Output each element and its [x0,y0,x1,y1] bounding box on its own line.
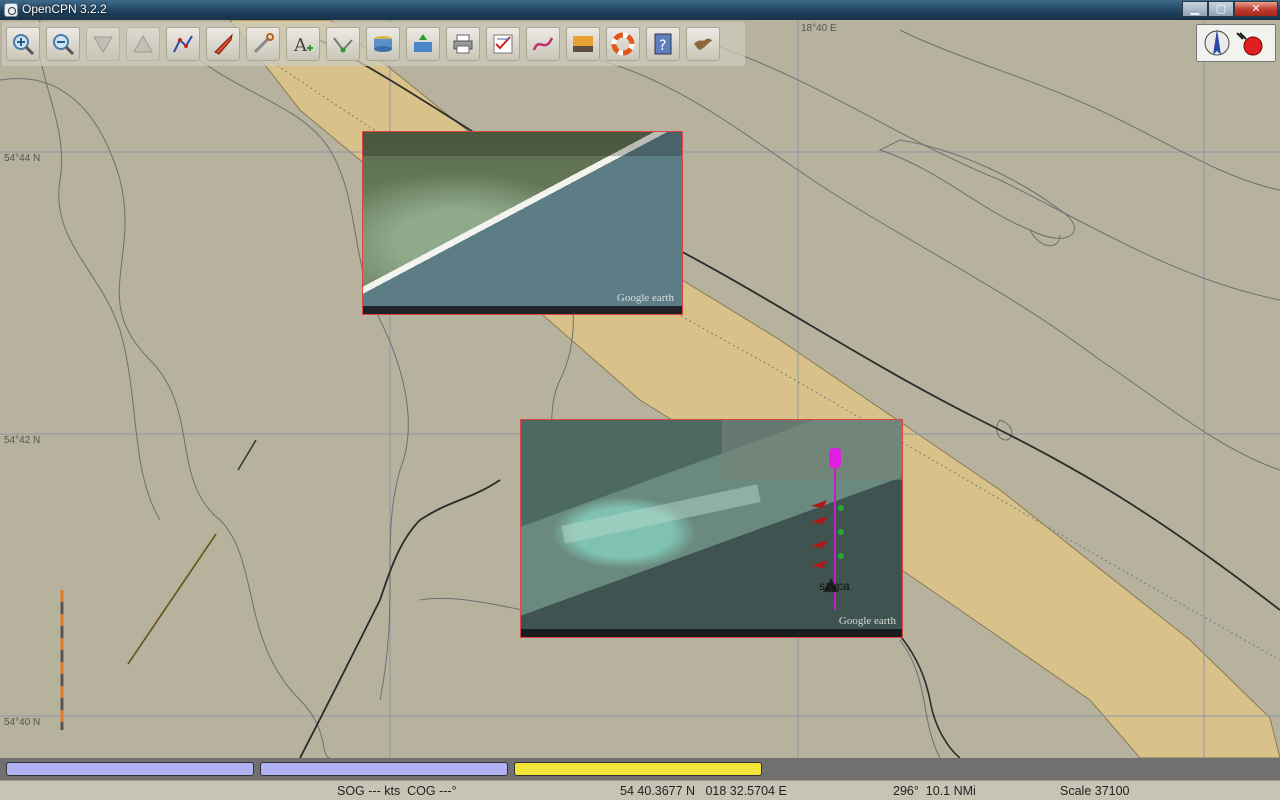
printer-icon [447,28,479,60]
cursor-position-readout: 54 40.3677 N 018 32.5704 E [620,784,787,798]
scale-readout: Scale 37100 [1060,784,1130,798]
ship-icon [207,28,239,60]
print-tool[interactable] [446,27,480,61]
title-bar: OpenCPN 3.2.2 ▁ ▢ ✕ [0,0,1280,20]
color-scheme-tool[interactable] [566,27,600,61]
lon-label: 18°40 E [801,23,837,34]
lat-label: 54°40 N [4,717,41,728]
track-icon [527,28,559,60]
chart-piano-bar [0,758,1280,780]
route-manager-tool[interactable] [486,27,520,61]
sog-cog-readout: SOG --- kts COG ---° [337,784,457,798]
bird-icon [687,28,719,60]
measure-icon [327,28,359,60]
sunset-icon [567,28,599,60]
window-title: OpenCPN 3.2.2 [22,2,107,16]
plugin-tool[interactable] [686,27,720,61]
status-bar: SOG --- kts COG ---° 54 40.3677 N 018 32… [0,780,1280,800]
scale-out-tool[interactable] [126,27,160,61]
satellite-overlay-south: Google earth szyca [520,419,903,638]
google-earth-logo: Google earth [616,292,674,304]
wreck-mark [237,439,257,471]
lat-label: 54°44 N [4,153,41,164]
current-tool[interactable] [366,27,400,61]
track-tool[interactable] [526,27,560,61]
piano-key[interactable] [514,762,762,776]
place-label: szyca [819,579,850,593]
settings-tool[interactable] [246,27,280,61]
route-icon [167,28,199,60]
zoom-in-tool[interactable] [6,27,40,61]
text-icon: A [287,28,319,60]
scale-in-icon [87,28,119,60]
piano-key[interactable] [260,762,508,776]
route-tool[interactable] [166,27,200,61]
main-toolbar: A ? [2,22,745,66]
zoom-out-icon [47,28,79,60]
svg-text:A: A [293,35,308,56]
wrench-icon [247,28,279,60]
zoom-out-tool[interactable] [46,27,80,61]
channel-outline [127,533,217,665]
bearing-distance-readout: 296° 10.1 NMi [893,784,976,798]
text-tool[interactable]: A [286,27,320,61]
lifebuoy-icon [607,28,639,60]
tide-icon [407,28,439,60]
satellite-overlay-north: Google earth [362,131,683,315]
help-tool[interactable]: ? [646,27,680,61]
close-button[interactable]: ✕ [1234,1,1278,17]
checklist-icon [487,28,519,60]
app-icon [4,3,18,17]
scale-out-icon [127,28,159,60]
svg-text:?: ? [659,38,666,54]
scale-in-tool[interactable] [86,27,120,61]
current-icon [367,28,399,60]
buoy-marks [811,448,844,610]
compass-icon [1204,29,1263,56]
tide-tool[interactable] [406,27,440,61]
lat-label: 54°42 N [4,435,41,446]
help-icon: ? [647,28,679,60]
piano-key[interactable] [6,762,254,776]
minimize-button[interactable]: ▁ [1182,1,1208,17]
compass-widget[interactable] [1196,24,1276,62]
measure-tool[interactable] [326,27,360,61]
maximize-button[interactable]: ▢ [1208,1,1234,17]
chart-canvas[interactable]: 54°44 N 54°42 N 54°40 N 18°40 E Google e… [0,20,1280,758]
zoom-in-icon [7,28,39,60]
mob-tool[interactable] [606,27,640,61]
follow-ship-tool[interactable] [206,27,240,61]
